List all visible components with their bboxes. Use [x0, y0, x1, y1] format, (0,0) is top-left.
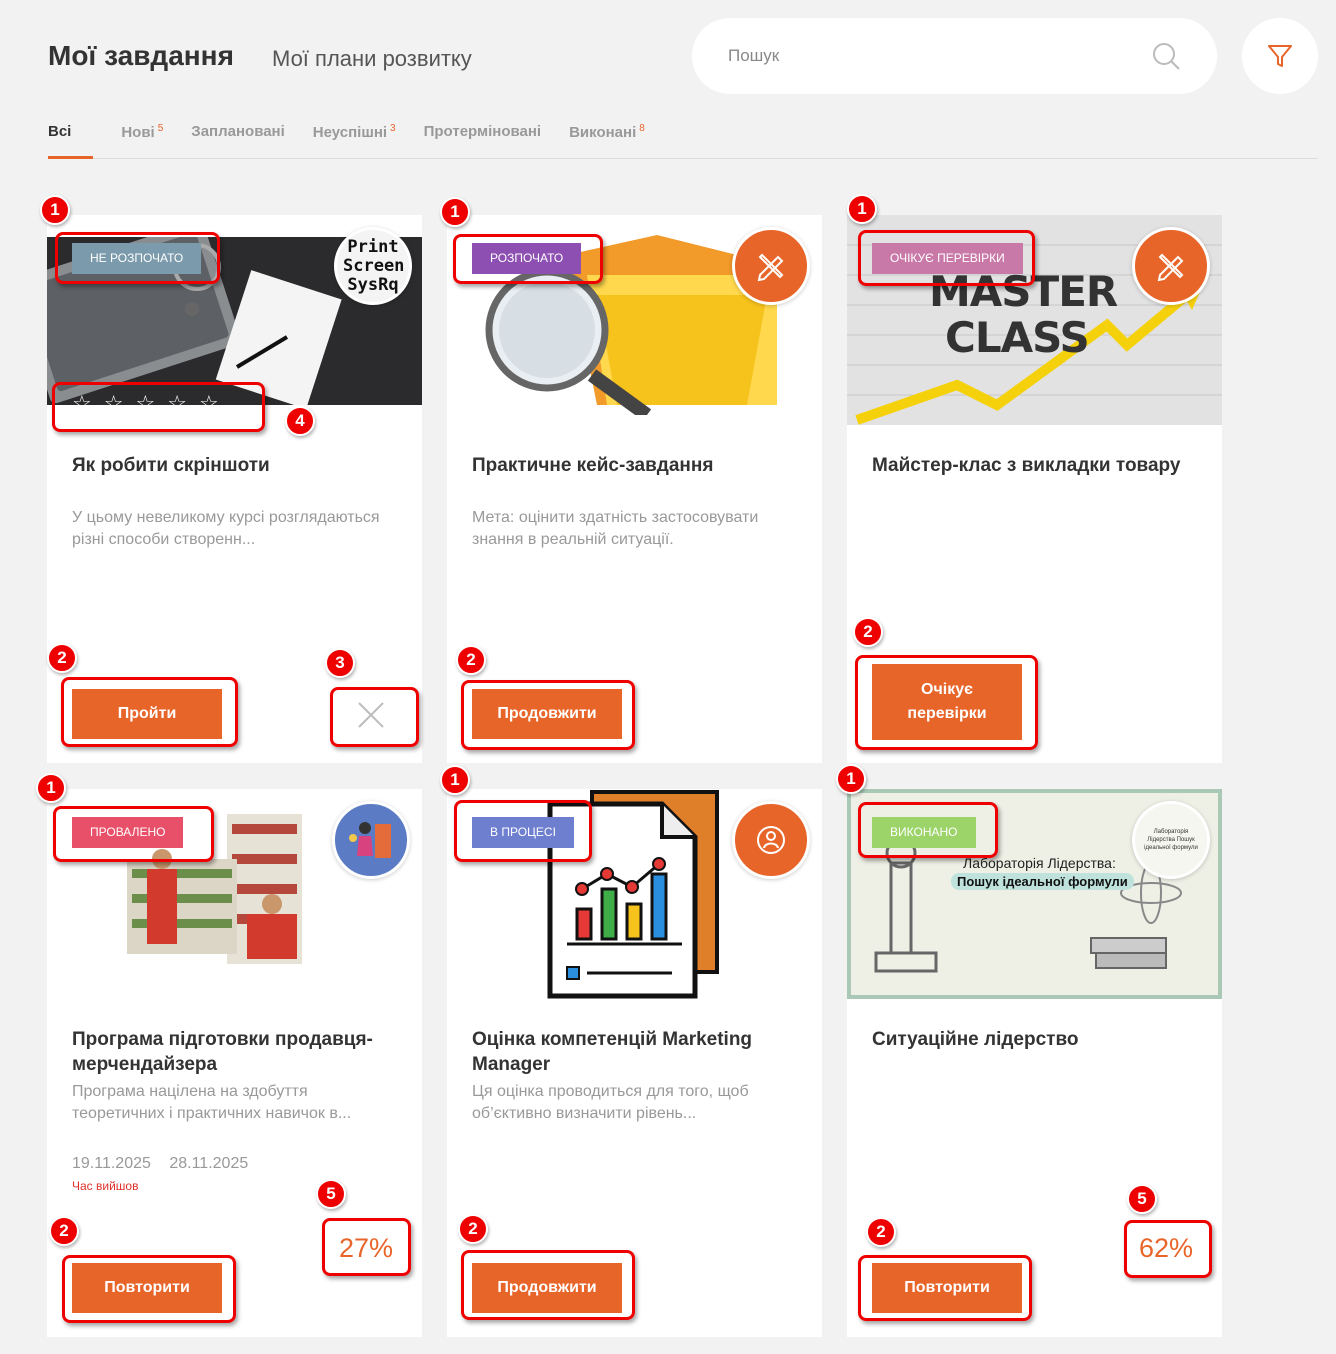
card-description: Програма націлена на здобуття теоретични…	[72, 1083, 352, 1122]
annotation-box	[858, 230, 1035, 286]
tab-label: Всі	[48, 123, 72, 140]
pencil-ruler-icon	[757, 253, 784, 282]
annotation-box	[52, 382, 265, 432]
annotation-number: 2	[853, 617, 883, 647]
card-title[interactable]: Практичне кейс-завдання	[472, 453, 802, 478]
annotation-box	[461, 1250, 635, 1320]
card-title[interactable]: Оцінка компетенцій Marketing Manager	[472, 1027, 802, 1077]
annotation-box	[461, 680, 635, 750]
card-type-button[interactable]	[732, 801, 810, 879]
annotation-box	[454, 800, 592, 862]
course-thumbnail-icon: Лабораторія Лідерства Пошук ідеальної фо…	[1132, 801, 1210, 879]
image-caption-line2: Пошук ідеальної формули	[951, 873, 1134, 890]
filter-icon	[1268, 45, 1292, 67]
print-screen-key-icon: Print Screen SysRq	[334, 227, 412, 305]
annotation-box	[858, 1255, 1032, 1321]
annotation-number: 1	[40, 195, 70, 225]
card-title[interactable]: Програма підготовки продавця-мерчендайзе…	[72, 1027, 402, 1077]
course-thumbnail-icon	[332, 801, 410, 879]
filter-button[interactable]	[1242, 18, 1318, 94]
search-bar[interactable]	[692, 18, 1217, 94]
tab-unsuccessful[interactable]: Неуспішні 3	[313, 118, 396, 159]
card-description: Мета: оцінити здатність застосовувати зн…	[472, 509, 759, 548]
annotation-number: 5	[316, 1179, 346, 1209]
tab-overdue[interactable]: Протерміновані	[424, 118, 541, 159]
page-subtitle[interactable]: Мої плани розвитку	[272, 46, 472, 72]
annotation-number: 5	[1127, 1184, 1157, 1214]
time-expired-label: Час вийшов	[72, 1179, 139, 1193]
tab-count: 8	[639, 123, 645, 134]
annotation-box	[858, 802, 998, 858]
tab-label: Заплановані	[191, 123, 285, 140]
annotation-box	[330, 687, 419, 747]
tab-completed[interactable]: Виконані 8	[569, 118, 645, 159]
tab-label: Неуспішні	[312, 124, 388, 141]
search-icon[interactable]	[1151, 41, 1181, 71]
search-input[interactable]	[728, 46, 1151, 66]
annotation-box	[1124, 1220, 1212, 1278]
tabs: Всі Нові 5 Заплановані Неуспішні 3 Протерм…	[48, 118, 1318, 159]
pencil-ruler-icon	[1157, 253, 1184, 282]
tab-all[interactable]: Всі	[48, 118, 94, 159]
annotation-number: 2	[458, 1214, 488, 1244]
annotation-number: 4	[285, 406, 315, 436]
annotation-number: 2	[47, 643, 77, 673]
card-description: У цьому невеликому курсі розглядаються р…	[72, 509, 380, 548]
annotation-number: 2	[866, 1217, 896, 1247]
annotation-number: 1	[440, 765, 470, 795]
annotation-box	[453, 234, 603, 284]
annotation-number: 2	[49, 1216, 79, 1246]
end-date: 28.11.2025	[169, 1155, 249, 1172]
corner-thumb-label: Лабораторія Лідерства Пошук ідеальної фо…	[1144, 829, 1198, 851]
annotation-number: 2	[456, 645, 486, 675]
start-date: 19.11.2025	[72, 1155, 151, 1172]
task-dates: 19.11.2025 28.11.2025	[72, 1155, 262, 1173]
annotation-number: 1	[836, 764, 866, 794]
tab-new[interactable]: Нові 5	[121, 118, 163, 159]
annotation-number: 1	[36, 773, 66, 803]
card-title[interactable]: Як робити скріншоти	[72, 453, 402, 478]
tab-label: Нові	[121, 124, 155, 141]
annotation-box	[55, 232, 220, 284]
people-circle-icon	[757, 826, 785, 854]
card-type-button[interactable]	[1132, 227, 1210, 305]
annotation-box	[322, 1218, 411, 1276]
image-caption-line2: CLASS	[945, 313, 1090, 362]
tab-count: 3	[390, 123, 396, 134]
card-title[interactable]: Ситуаційне лідерство	[872, 1027, 1202, 1052]
card-title[interactable]: Майстер-клас з викладки товару	[872, 453, 1212, 478]
tab-planned[interactable]: Заплановані	[191, 118, 285, 159]
annotation-box	[62, 1255, 236, 1323]
tab-count: 5	[157, 123, 164, 134]
tab-label: Виконані	[569, 124, 637, 141]
annotation-box	[61, 677, 238, 747]
annotation-box	[855, 655, 1038, 750]
tab-label: Протерміновані	[423, 123, 542, 140]
annotation-box	[53, 806, 214, 862]
annotation-number: 1	[847, 194, 877, 224]
annotation-number: 3	[325, 648, 355, 678]
page-title: Мої завдання	[48, 40, 234, 71]
corner-key-label: Print Screen SysRq	[343, 236, 405, 295]
card-type-button[interactable]	[732, 227, 810, 305]
annotation-number: 1	[440, 197, 470, 227]
card-description: Ця оцінка проводиться для того, щоб об’є…	[472, 1083, 749, 1122]
